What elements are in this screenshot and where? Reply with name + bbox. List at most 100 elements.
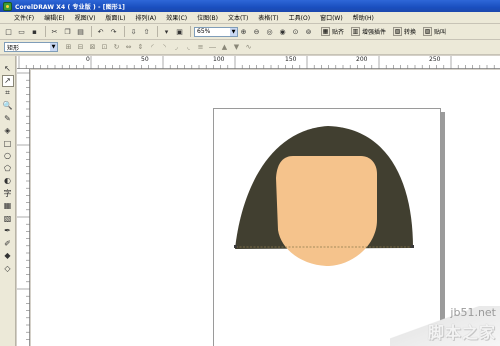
interactive-blend-icon[interactable]: ▧ bbox=[2, 212, 14, 224]
face-shape[interactable] bbox=[276, 156, 377, 266]
to-front-icon[interactable]: ▲ bbox=[220, 43, 229, 52]
zoom-out-icon[interactable]: ⊖ bbox=[251, 26, 262, 37]
text-tool-icon[interactable]: 字 bbox=[2, 187, 14, 199]
outline-pen-icon[interactable]: ✐ bbox=[2, 237, 14, 249]
ruler-label: 0 bbox=[86, 56, 90, 63]
rectangle-tool-icon[interactable]: □ bbox=[2, 137, 14, 149]
polygon-tool-icon[interactable]: ⬠ bbox=[2, 162, 14, 174]
ellipse-tool-icon[interactable]: ○ bbox=[2, 150, 14, 162]
save-icon[interactable]: ▪ bbox=[29, 26, 40, 37]
toolbar-divider bbox=[190, 26, 191, 37]
zoom-level-select[interactable]: 65% ▼ bbox=[194, 26, 238, 37]
undo-icon[interactable]: ↶ bbox=[95, 26, 106, 37]
title-bar: CorelDRAW X4 ( 专业版 ) - [图形1] bbox=[0, 0, 500, 12]
menu-layout[interactable]: 版面(L) bbox=[105, 13, 125, 22]
wrap-text-icon[interactable]: ≡ bbox=[196, 43, 205, 52]
smart-fill-icon[interactable]: ◈ bbox=[2, 125, 14, 137]
menu-text[interactable]: 文本(T) bbox=[228, 13, 248, 22]
lock-ratio-icon[interactable]: ⊡ bbox=[100, 43, 109, 52]
menu-window[interactable]: 窗口(W) bbox=[320, 13, 343, 22]
menu-table[interactable]: 表格(T) bbox=[258, 13, 278, 22]
size-icon[interactable]: ⊟ bbox=[76, 43, 85, 52]
import-icon[interactable]: ⇩ bbox=[128, 26, 139, 37]
pick-tool-icon[interactable]: ↖ bbox=[2, 62, 14, 74]
ruler-label: 50 bbox=[141, 56, 149, 63]
crop-tool-icon[interactable]: ⌗ bbox=[2, 87, 14, 99]
menu-effects[interactable]: 效果(C) bbox=[166, 13, 187, 22]
vertical-ruler-ticks bbox=[17, 72, 30, 340]
vertical-ruler[interactable] bbox=[17, 69, 30, 346]
horizontal-ruler[interactable]: 0 50 100 150 200 250 bbox=[17, 56, 500, 69]
export-icon[interactable]: ⇧ bbox=[141, 26, 152, 37]
coreldraw-window: CorelDRAW X4 ( 专业版 ) - [图形1] 文件(F) 编辑(E)… bbox=[0, 0, 500, 346]
mirror-h-icon[interactable]: ⇔ bbox=[124, 43, 133, 52]
zoom-height-icon[interactable]: ⊚ bbox=[303, 26, 314, 37]
selection-node[interactable] bbox=[234, 245, 237, 248]
fill-tool-icon[interactable]: ◆ bbox=[2, 250, 14, 262]
menu-view[interactable]: 视图(V) bbox=[75, 13, 96, 22]
to-back-icon[interactable]: ▼ bbox=[232, 43, 241, 52]
corner-chamfer-icon[interactable]: ◞ bbox=[172, 43, 181, 52]
zoom-width-icon[interactable]: ⊙ bbox=[290, 26, 301, 37]
toolbar-divider bbox=[124, 26, 125, 37]
menu-edit[interactable]: 编辑(E) bbox=[44, 13, 64, 22]
drawing-canvas[interactable]: jb51.net 脚本之家 bbox=[31, 70, 500, 346]
rotate-icon[interactable]: ↻ bbox=[112, 43, 121, 52]
window-title: CorelDRAW X4 ( 专业版 ) - [图形1] bbox=[15, 3, 125, 11]
zoom-in-icon[interactable]: ⊕ bbox=[238, 26, 249, 37]
snap-icon: ▦ bbox=[321, 27, 330, 36]
toolbar-divider bbox=[45, 26, 46, 37]
eyedropper-icon[interactable]: ✒ bbox=[2, 225, 14, 237]
corner-scallop-icon[interactable]: ◝ bbox=[160, 43, 169, 52]
selection-node[interactable] bbox=[411, 245, 414, 248]
chevron-down-icon: ▼ bbox=[230, 27, 237, 36]
paste-special-icon: ▨ bbox=[423, 27, 433, 36]
cut-icon[interactable]: ✂ bbox=[49, 26, 60, 37]
menu-bar: 文件(F) 编辑(E) 视图(V) 版面(L) 排列(A) 效果(C) 位图(B… bbox=[0, 12, 500, 24]
watermark-brand: 脚本之家 bbox=[427, 323, 496, 342]
object-type-select[interactable]: 矩形 ▼ bbox=[4, 42, 58, 52]
standard-toolbar: □ ▭ ▪ ✂ ❐ ▤ ↶ ↷ ⇩ ⇧ ▾ ▣ 65% ▼ ⊕ ⊖ ◎ ◉ ⊙ … bbox=[0, 24, 500, 40]
menu-help[interactable]: 帮助(H) bbox=[353, 13, 374, 22]
menu-file[interactable]: 文件(F) bbox=[14, 13, 34, 22]
application-launcher-icon[interactable]: ▾ bbox=[161, 26, 172, 37]
plugin-icon: ▥ bbox=[351, 27, 361, 36]
zoom-fit-icon[interactable]: ◎ bbox=[264, 26, 275, 37]
menu-tools[interactable]: 工具(O) bbox=[289, 13, 310, 22]
menu-arrange[interactable]: 排列(A) bbox=[135, 13, 156, 22]
drawing-artwork bbox=[234, 126, 414, 266]
menu-bitmaps[interactable]: 位图(B) bbox=[197, 13, 218, 22]
shape-tool-icon[interactable]: ↗ bbox=[1, 74, 14, 87]
corner-radius-icon[interactable]: ◟ bbox=[184, 43, 193, 52]
ruler-label: 200 bbox=[356, 56, 368, 63]
scale-icon[interactable]: ⊠ bbox=[88, 43, 97, 52]
basic-shapes-icon[interactable]: ◐ bbox=[2, 175, 14, 187]
zoom-tool-icon[interactable]: 🔍 bbox=[2, 100, 14, 112]
enhance-plugin-button[interactable]: ▥ 增强插件 bbox=[349, 26, 388, 38]
redo-icon[interactable]: ↷ bbox=[108, 26, 119, 37]
position-icon[interactable]: ⊞ bbox=[64, 43, 73, 52]
ruler-label: 100 bbox=[213, 56, 225, 63]
paste-icon[interactable]: ▤ bbox=[75, 26, 86, 37]
zoom-level-value: 65% bbox=[197, 28, 211, 35]
interactive-fill-icon[interactable]: ◇ bbox=[2, 262, 14, 274]
welcome-screen-icon[interactable]: ▣ bbox=[174, 26, 185, 37]
toolbar-divider bbox=[157, 26, 158, 37]
toolbox: ↖ ↗ ⌗ 🔍 ✎ ◈ □ ○ ⬠ ◐ 字 ▦ ▧ ✒ ✐ ◆ ◇ bbox=[0, 56, 16, 346]
convert-to-curves-icon[interactable]: ∿ bbox=[244, 43, 253, 52]
freehand-tool-icon[interactable]: ✎ bbox=[2, 112, 14, 124]
chevron-down-icon: ▼ bbox=[50, 43, 57, 51]
copy-icon[interactable]: ❐ bbox=[62, 26, 73, 37]
outline-width-icon[interactable]: ― bbox=[208, 43, 217, 52]
table-tool-icon[interactable]: ▦ bbox=[2, 200, 14, 212]
convert-label: 转换 bbox=[404, 29, 417, 36]
snap-button[interactable]: ▦ 贴齐 bbox=[319, 26, 346, 38]
mirror-v-icon[interactable]: ⇕ bbox=[136, 43, 145, 52]
zoom-page-icon[interactable]: ◉ bbox=[277, 26, 288, 37]
property-bar: 矩形 ▼ ⊞ ⊟ ⊠ ⊡ ↻ ⇔ ⇕ ◜ ◝ ◞ ◟ ≡ ― ▲ ▼ ∿ bbox=[0, 40, 500, 55]
convert-button[interactable]: ▧ 转换 bbox=[391, 26, 418, 38]
open-folder-icon[interactable]: ▭ bbox=[16, 26, 27, 37]
new-document-icon[interactable]: □ bbox=[3, 26, 14, 37]
paste-special-button[interactable]: ▨ 贴叫 bbox=[421, 26, 448, 38]
corner-round-icon[interactable]: ◜ bbox=[148, 43, 157, 52]
